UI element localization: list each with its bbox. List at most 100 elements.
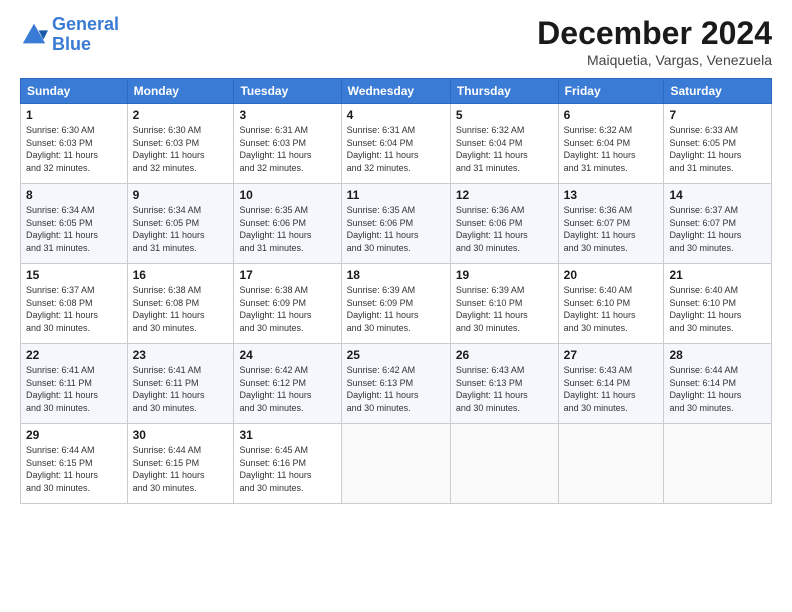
calendar-table: SundayMondayTuesdayWednesdayThursdayFrid… <box>20 78 772 504</box>
day-number: 27 <box>564 348 659 362</box>
calendar-cell: 20 Sunrise: 6:40 AM Sunset: 6:10 PM Dayli… <box>558 264 664 344</box>
logo-icon <box>20 21 48 49</box>
day-number: 30 <box>133 428 229 442</box>
day-info: Sunrise: 6:38 AM Sunset: 6:08 PM Dayligh… <box>133 284 229 334</box>
calendar-page: General Blue December 2024 Maiquetia, Va… <box>0 0 792 612</box>
day-info: Sunrise: 6:31 AM Sunset: 6:04 PM Dayligh… <box>347 124 445 174</box>
day-info: Sunrise: 6:34 AM Sunset: 6:05 PM Dayligh… <box>133 204 229 254</box>
day-number: 10 <box>239 188 335 202</box>
calendar-week-row: 1 Sunrise: 6:30 AM Sunset: 6:03 PM Daylig… <box>21 104 772 184</box>
calendar-cell: 22 Sunrise: 6:41 AM Sunset: 6:11 PM Dayli… <box>21 344 128 424</box>
day-number: 28 <box>669 348 766 362</box>
day-number: 14 <box>669 188 766 202</box>
calendar-header-row: SundayMondayTuesdayWednesdayThursdayFrid… <box>21 79 772 104</box>
day-number: 20 <box>564 268 659 282</box>
day-number: 16 <box>133 268 229 282</box>
day-number: 5 <box>456 108 553 122</box>
calendar-week-row: 8 Sunrise: 6:34 AM Sunset: 6:05 PM Daylig… <box>21 184 772 264</box>
day-number: 17 <box>239 268 335 282</box>
calendar-cell: 18 Sunrise: 6:39 AM Sunset: 6:09 PM Dayli… <box>341 264 450 344</box>
calendar-cell: 28 Sunrise: 6:44 AM Sunset: 6:14 PM Dayli… <box>664 344 772 424</box>
calendar-cell <box>341 424 450 504</box>
day-of-week-header: Thursday <box>450 79 558 104</box>
calendar-cell: 8 Sunrise: 6:34 AM Sunset: 6:05 PM Daylig… <box>21 184 128 264</box>
day-number: 22 <box>26 348 122 362</box>
calendar-cell: 1Sunrise: 6:30 AM Sunset: 6:03 PM Daylig… <box>21 104 128 184</box>
day-number: 6 <box>564 108 659 122</box>
day-info: Sunrise: 6:39 AM Sunset: 6:09 PM Dayligh… <box>347 284 445 334</box>
day-number: 12 <box>456 188 553 202</box>
day-info: Sunrise: 6:44 AM Sunset: 6:15 PM Dayligh… <box>133 444 229 494</box>
day-number: 29 <box>26 428 122 442</box>
calendar-cell: 10Sunrise: 6:35 AM Sunset: 6:06 PM Dayli… <box>234 184 341 264</box>
day-number: 11 <box>347 188 445 202</box>
day-info: Sunrise: 6:44 AM Sunset: 6:14 PM Dayligh… <box>669 364 766 414</box>
day-info: Sunrise: 6:31 AM Sunset: 6:03 PM Dayligh… <box>239 124 335 174</box>
calendar-cell: 6 Sunrise: 6:32 AM Sunset: 6:04 PM Daylig… <box>558 104 664 184</box>
calendar-cell: 15 Sunrise: 6:37 AM Sunset: 6:08 PM Dayli… <box>21 264 128 344</box>
month-title: December 2024 <box>537 15 772 52</box>
day-info: Sunrise: 6:36 AM Sunset: 6:06 PM Dayligh… <box>456 204 553 254</box>
day-info: Sunrise: 6:34 AM Sunset: 6:05 PM Dayligh… <box>26 204 122 254</box>
calendar-cell: 11Sunrise: 6:35 AM Sunset: 6:06 PM Dayli… <box>341 184 450 264</box>
day-info: Sunrise: 6:44 AM Sunset: 6:15 PM Dayligh… <box>26 444 122 494</box>
title-section: December 2024 Maiquetia, Vargas, Venezue… <box>537 15 772 68</box>
calendar-cell: 26Sunrise: 6:43 AM Sunset: 6:13 PM Dayli… <box>450 344 558 424</box>
calendar-cell: 19 Sunrise: 6:39 AM Sunset: 6:10 PM Dayli… <box>450 264 558 344</box>
calendar-cell: 13 Sunrise: 6:36 AM Sunset: 6:07 PM Dayli… <box>558 184 664 264</box>
day-number: 15 <box>26 268 122 282</box>
calendar-cell: 29 Sunrise: 6:44 AM Sunset: 6:15 PM Dayli… <box>21 424 128 504</box>
day-number: 2 <box>133 108 229 122</box>
calendar-cell: 25 Sunrise: 6:42 AM Sunset: 6:13 PM Dayli… <box>341 344 450 424</box>
day-info: Sunrise: 6:37 AM Sunset: 6:08 PM Dayligh… <box>26 284 122 334</box>
day-info: Sunrise: 6:42 AM Sunset: 6:12 PM Dayligh… <box>239 364 335 414</box>
calendar-cell <box>664 424 772 504</box>
day-number: 19 <box>456 268 553 282</box>
calendar-week-row: 29 Sunrise: 6:44 AM Sunset: 6:15 PM Dayli… <box>21 424 772 504</box>
calendar-cell <box>450 424 558 504</box>
calendar-cell: 31 Sunrise: 6:45 AM Sunset: 6:16 PM Dayli… <box>234 424 341 504</box>
day-info: Sunrise: 6:40 AM Sunset: 6:10 PM Dayligh… <box>564 284 659 334</box>
day-number: 7 <box>669 108 766 122</box>
calendar-cell: 3 Sunrise: 6:31 AM Sunset: 6:03 PM Daylig… <box>234 104 341 184</box>
logo: General Blue <box>20 15 119 55</box>
calendar-cell: 2 Sunrise: 6:30 AM Sunset: 6:03 PM Daylig… <box>127 104 234 184</box>
day-of-week-header: Saturday <box>664 79 772 104</box>
day-info: Sunrise: 6:40 AM Sunset: 6:10 PM Dayligh… <box>669 284 766 334</box>
day-info: Sunrise: 6:43 AM Sunset: 6:14 PM Dayligh… <box>564 364 659 414</box>
calendar-cell: 12 Sunrise: 6:36 AM Sunset: 6:06 PM Dayli… <box>450 184 558 264</box>
day-number: 3 <box>239 108 335 122</box>
logo-text: General Blue <box>52 15 119 55</box>
day-number: 23 <box>133 348 229 362</box>
calendar-cell: 27 Sunrise: 6:43 AM Sunset: 6:14 PM Dayli… <box>558 344 664 424</box>
calendar-cell: 9Sunrise: 6:34 AM Sunset: 6:05 PM Daylig… <box>127 184 234 264</box>
day-info: Sunrise: 6:41 AM Sunset: 6:11 PM Dayligh… <box>26 364 122 414</box>
calendar-cell: 4 Sunrise: 6:31 AM Sunset: 6:04 PM Daylig… <box>341 104 450 184</box>
day-number: 18 <box>347 268 445 282</box>
day-of-week-header: Monday <box>127 79 234 104</box>
calendar-week-row: 15 Sunrise: 6:37 AM Sunset: 6:08 PM Dayli… <box>21 264 772 344</box>
day-of-week-header: Wednesday <box>341 79 450 104</box>
day-number: 21 <box>669 268 766 282</box>
day-info: Sunrise: 6:32 AM Sunset: 6:04 PM Dayligh… <box>456 124 553 174</box>
calendar-cell: 7Sunrise: 6:33 AM Sunset: 6:05 PM Daylig… <box>664 104 772 184</box>
day-info: Sunrise: 6:30 AM Sunset: 6:03 PM Dayligh… <box>133 124 229 174</box>
day-number: 31 <box>239 428 335 442</box>
day-of-week-header: Friday <box>558 79 664 104</box>
day-info: Sunrise: 6:32 AM Sunset: 6:04 PM Dayligh… <box>564 124 659 174</box>
day-info: Sunrise: 6:36 AM Sunset: 6:07 PM Dayligh… <box>564 204 659 254</box>
day-number: 1 <box>26 108 122 122</box>
day-info: Sunrise: 6:42 AM Sunset: 6:13 PM Dayligh… <box>347 364 445 414</box>
day-number: 13 <box>564 188 659 202</box>
day-number: 8 <box>26 188 122 202</box>
calendar-cell: 5 Sunrise: 6:32 AM Sunset: 6:04 PM Daylig… <box>450 104 558 184</box>
day-of-week-header: Sunday <box>21 79 128 104</box>
day-info: Sunrise: 6:45 AM Sunset: 6:16 PM Dayligh… <box>239 444 335 494</box>
day-number: 26 <box>456 348 553 362</box>
header: General Blue December 2024 Maiquetia, Va… <box>20 15 772 68</box>
day-number: 25 <box>347 348 445 362</box>
day-number: 4 <box>347 108 445 122</box>
day-info: Sunrise: 6:38 AM Sunset: 6:09 PM Dayligh… <box>239 284 335 334</box>
day-number: 24 <box>239 348 335 362</box>
day-info: Sunrise: 6:39 AM Sunset: 6:10 PM Dayligh… <box>456 284 553 334</box>
